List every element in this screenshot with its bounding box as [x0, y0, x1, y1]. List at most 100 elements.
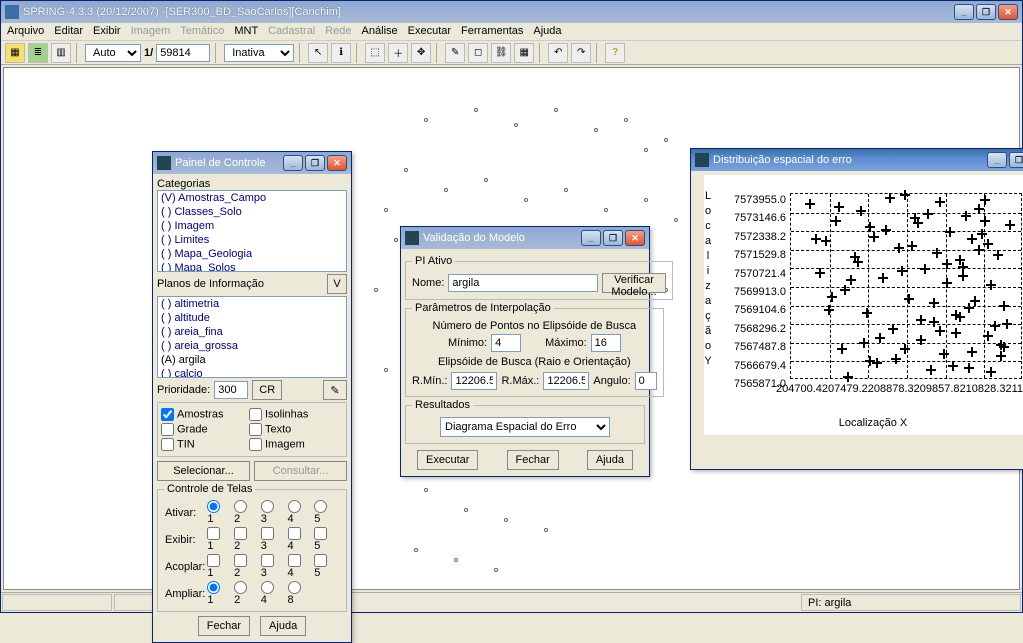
exibir-4[interactable] — [288, 527, 301, 540]
rmin-input[interactable] — [451, 372, 497, 390]
menu-editar[interactable]: Editar — [54, 25, 83, 38]
tb-select-icon[interactable]: ◻ — [468, 43, 488, 63]
acoplar-5[interactable] — [314, 554, 327, 567]
validacao-titlebar[interactable]: Validação do Modelo _ ❐ ✕ — [401, 227, 649, 249]
chk-amostras[interactable]: Amostras — [161, 408, 245, 421]
menu-mnt[interactable]: MNT — [234, 25, 258, 38]
max-input[interactable] — [591, 334, 621, 352]
acoplar-3[interactable] — [261, 554, 274, 567]
verificar-button[interactable]: Verificar Modelo... — [602, 273, 665, 293]
exibir-3[interactable] — [261, 527, 274, 540]
acoplar-2[interactable] — [234, 554, 247, 567]
ativar-3[interactable] — [261, 500, 274, 513]
resultados-select[interactable]: Diagrama Espacial do Erro — [440, 417, 610, 437]
menu-tematico[interactable]: Temático — [180, 25, 224, 38]
scale-input[interactable] — [156, 44, 210, 62]
exibir-1[interactable] — [207, 527, 220, 540]
zoom-select[interactable]: Auto — [85, 44, 141, 62]
tb-info-icon[interactable]: ℹ — [331, 43, 351, 63]
selecionar-button[interactable]: Selecionar... — [157, 461, 250, 481]
menu-analise[interactable]: Análise — [362, 25, 398, 38]
ampliar-2[interactable] — [234, 581, 247, 594]
mode-select[interactable]: Inativa — [224, 44, 294, 62]
tb-zoomin-icon[interactable]: ＋ — [388, 43, 408, 63]
tb-panel-icon[interactable]: ▥ — [51, 43, 71, 63]
list-item[interactable]: ( ) calcio — [158, 367, 346, 378]
panel-max-button[interactable]: ❐ — [305, 155, 325, 171]
tb-undo-icon[interactable]: ↶ — [548, 43, 568, 63]
list-item[interactable]: ( ) areia_fina — [158, 325, 346, 339]
tb-redo-icon[interactable]: ↷ — [571, 43, 591, 63]
tb-grid-icon[interactable]: ▦ — [514, 43, 534, 63]
acoplar-1[interactable] — [207, 554, 220, 567]
chk-texto[interactable]: Texto — [249, 423, 291, 436]
ativar-4[interactable] — [288, 500, 301, 513]
distrib-titlebar[interactable]: Distribuição espacial do erro _ ❐ ✕ — [691, 149, 1023, 171]
acoplar-4[interactable] — [288, 554, 301, 567]
app-close-button[interactable]: ✕ — [998, 4, 1018, 20]
tb-help-icon[interactable]: ? — [605, 43, 625, 63]
list-item[interactable]: (V) Amostras_Campo — [158, 191, 346, 205]
validacao-ajuda-button[interactable]: Ajuda — [587, 450, 633, 470]
categorias-listbox[interactable]: (V) Amostras_Campo ( ) Classes_Solo ( ) … — [157, 190, 347, 272]
chk-isolinhas[interactable]: Isolinhas — [249, 408, 308, 421]
distrib-min-button[interactable]: _ — [987, 152, 1007, 168]
validacao-max-button[interactable]: ❐ — [603, 230, 623, 246]
list-item[interactable]: ( ) Classes_Solo — [158, 205, 346, 219]
list-item[interactable]: ( ) Mapa_Solos — [158, 261, 346, 272]
nome-input[interactable] — [448, 274, 598, 292]
panel-min-button[interactable]: _ — [283, 155, 303, 171]
list-item[interactable]: ( ) Limites — [158, 233, 346, 247]
cr-button[interactable]: CR — [252, 380, 282, 400]
chk-grade[interactable]: Grade — [161, 423, 245, 436]
panel-titlebar[interactable]: Painel de Controle _ ❐ ✕ — [153, 152, 351, 174]
ativar-5[interactable] — [314, 500, 327, 513]
menu-imagem[interactable]: Imagem — [131, 25, 171, 38]
list-item[interactable]: (A) argila — [158, 353, 346, 367]
validacao-fechar-button[interactable]: Fechar — [507, 450, 559, 470]
exibir-5[interactable] — [314, 527, 327, 540]
planos-listbox[interactable]: ( ) altimetria ( ) altitude ( ) areia_fi… — [157, 296, 347, 378]
menu-exibir[interactable]: Exibir — [93, 25, 121, 38]
tb-zoomarea-icon[interactable]: ⬚ — [365, 43, 385, 63]
prioridade-input[interactable] — [214, 381, 248, 399]
rmax-input[interactable] — [543, 372, 589, 390]
list-item[interactable]: ( ) Imagem — [158, 219, 346, 233]
tb-db-icon[interactable]: ▦ — [5, 43, 25, 63]
panel-close-button[interactable]: ✕ — [327, 155, 347, 171]
tb-layers-icon[interactable]: ≣ — [28, 43, 48, 63]
validacao-min-button[interactable]: _ — [581, 230, 601, 246]
chk-tin[interactable]: TIN — [161, 438, 245, 451]
ampliar-8[interactable] — [288, 581, 301, 594]
app-minimize-button[interactable]: _ — [954, 4, 974, 20]
ativar-1[interactable] — [207, 500, 220, 513]
ampliar-1[interactable] — [207, 581, 220, 594]
panel-ajuda-button[interactable]: Ajuda — [260, 616, 306, 636]
menu-ajuda[interactable]: Ajuda — [533, 25, 561, 38]
validacao-close-button[interactable]: ✕ — [625, 230, 645, 246]
tb-cursor-icon[interactable]: ↖ — [308, 43, 328, 63]
tb-link-icon[interactable]: ⛓ — [491, 43, 511, 63]
list-item[interactable]: ( ) areia_grossa — [158, 339, 346, 353]
tb-pan-icon[interactable]: ✥ — [411, 43, 431, 63]
ampliar-4[interactable] — [261, 581, 274, 594]
pencil-icon[interactable]: ✎ — [323, 380, 347, 400]
menu-ferramentas[interactable]: Ferramentas — [461, 25, 523, 38]
ativar-2[interactable] — [234, 500, 247, 513]
min-input[interactable] — [491, 334, 521, 352]
app-maximize-button[interactable]: ❐ — [976, 4, 996, 20]
menu-cadastral[interactable]: Cadastral — [268, 25, 315, 38]
exibir-2[interactable] — [234, 527, 247, 540]
planos-v-button[interactable]: V — [327, 274, 347, 294]
list-item[interactable]: ( ) Mapa_Geologia — [158, 247, 346, 261]
panel-fechar-button[interactable]: Fechar — [198, 616, 250, 636]
menu-arquivo[interactable]: Arquivo — [7, 25, 44, 38]
menu-executar[interactable]: Executar — [408, 25, 451, 38]
list-item[interactable]: ( ) altimetria — [158, 297, 346, 311]
angulo-input[interactable] — [635, 372, 657, 390]
executar-button[interactable]: Executar — [417, 450, 478, 470]
list-item[interactable]: ( ) altitude — [158, 311, 346, 325]
chk-imagem[interactable]: Imagem — [249, 438, 305, 451]
menu-rede[interactable]: Rede — [325, 25, 351, 38]
tb-measure-icon[interactable]: ✎ — [445, 43, 465, 63]
